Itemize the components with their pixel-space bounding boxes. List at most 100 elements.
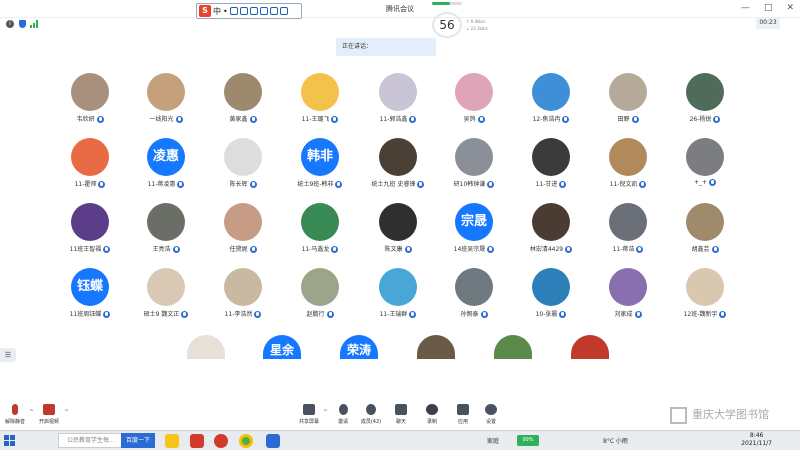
record-button[interactable]: 录制 (417, 404, 447, 425)
participant-tile[interactable]: 10-张晨 (513, 268, 589, 326)
participant-name-label: 11-蒋凌惠 (147, 181, 176, 188)
settings-button[interactable]: 设置 (476, 404, 506, 425)
mic-muted-icon (12, 404, 18, 415)
participant-tile[interactable]: 11-郭浩鑫 (360, 73, 436, 131)
participant-tile[interactable]: 11-李浩然 (205, 268, 281, 326)
participant-tile[interactable]: 吴鸽 (436, 73, 512, 131)
app-icon-game[interactable] (165, 434, 179, 448)
mic-icon[interactable] (229, 7, 238, 15)
chat-button[interactable]: 聊天 (386, 404, 416, 425)
participant-tile[interactable]: 11-倪文凯 (590, 138, 666, 196)
app-icon-record[interactable] (214, 434, 228, 448)
ime-mode[interactable]: 中 (213, 6, 221, 17)
participant-tile[interactable]: 田野 (590, 73, 666, 131)
signal-icon[interactable] (30, 20, 39, 28)
participant-name-label: 11班王智福 (69, 246, 102, 253)
participant-name: 韦欣妍 (52, 114, 128, 123)
clock-time: 8:46 (749, 432, 764, 439)
info-icon[interactable]: i (6, 20, 14, 28)
video-menu-chevron-icon[interactable]: ^ (64, 409, 69, 416)
search-button[interactable]: 百度一下 (121, 433, 155, 448)
participant-tile[interactable]: 11-甘进 (513, 138, 589, 196)
participant-tile[interactable]: 胡鑫芸 (667, 203, 743, 261)
participant-tile[interactable]: 统士九班 史睿锋 (360, 138, 436, 196)
tray-user[interactable]: 家庭 (487, 436, 499, 445)
avatar-partial[interactable] (571, 335, 609, 359)
participant-name: 刘家成 (590, 309, 666, 318)
shield-icon[interactable] (19, 20, 26, 28)
participant-tile[interactable]: 陈长辉 (205, 138, 281, 196)
windows-start-icon[interactable] (4, 435, 16, 447)
headset-icon[interactable] (239, 7, 248, 15)
record-icon (426, 404, 438, 415)
avatar-partial[interactable] (494, 335, 532, 359)
participant-tile[interactable]: 12-焦浩冉 (513, 73, 589, 131)
participant-name-label: 田野 (617, 116, 630, 123)
participant-tile[interactable]: 研10韩钟谦 (436, 138, 512, 196)
app-icon-redapp[interactable] (190, 434, 204, 448)
avatar: 钰蝶 (71, 268, 109, 306)
battery-indicator[interactable]: 99% (517, 435, 539, 446)
scissors-icon[interactable] (269, 7, 278, 15)
participant-name: 26-杨锐 (667, 114, 743, 123)
participant-tile[interactable]: 任黛妮 (205, 203, 281, 261)
participant-name: 孙慨泰 (436, 309, 512, 318)
participant-tile[interactable]: 钰蝶 11班周钰蝶 (52, 268, 128, 326)
taskbar: 公民教育学生每... 百度一下 家庭 99% 8°C 小雨 8:46 2021/… (0, 430, 800, 450)
participant-tile[interactable]: 11-王璐飞 (282, 73, 358, 131)
participant-tile[interactable]: 孙慨泰 (436, 268, 512, 326)
shirt-icon[interactable] (259, 7, 268, 15)
invite-button[interactable]: 邀请 (328, 404, 358, 425)
participant-tile[interactable]: 11-蒋浩 (590, 203, 666, 261)
participant-tile[interactable]: 赵鹏行 (282, 268, 358, 326)
mute-button[interactable]: 解除静音 (0, 404, 30, 425)
mic-icon (254, 311, 262, 318)
avatar-partial[interactable] (187, 335, 225, 359)
participant-tile[interactable]: +_+ (667, 138, 743, 196)
participant-tile[interactable]: 陈文康 (360, 203, 436, 261)
apps-button[interactable]: 应用 (448, 404, 478, 425)
participant-tile[interactable]: 韩非 统士9班-韩非 (282, 138, 358, 196)
participant-tile[interactable]: 硕士9 魏文正 (128, 268, 204, 326)
minimize-button[interactable]: — (741, 3, 750, 13)
keyboard-icon[interactable] (249, 7, 258, 15)
grid-icon[interactable] (279, 7, 288, 15)
mic-icon (331, 246, 339, 253)
participant-tile[interactable]: 林宏清4429 (513, 203, 589, 261)
ime-toolbar[interactable]: S 中 • (196, 3, 302, 19)
participant-tile[interactable]: 宗晟 14班吴宗晟 (436, 203, 512, 261)
tencent-meeting-icon[interactable] (266, 434, 280, 448)
mic-icon (103, 246, 111, 253)
close-button[interactable]: ✕ (786, 3, 794, 13)
clock[interactable]: 8:46 2021/11/7 (741, 432, 772, 448)
participant-tile[interactable]: 11班王智福 (52, 203, 128, 261)
maximize-button[interactable]: □ (764, 3, 773, 13)
sidebar-toggle-icon[interactable]: ☰ (0, 348, 16, 362)
participant-tile[interactable]: 黄家鑫 (205, 73, 281, 131)
share-screen-button[interactable]: 共享屏幕 (294, 404, 324, 425)
participant-tile[interactable]: 11-马鑫龙 (282, 203, 358, 261)
avatar-partial[interactable]: 星余 (263, 335, 301, 359)
participant-tile[interactable]: 26-杨锐 (667, 73, 743, 131)
members-button[interactable]: 成员(42) (356, 404, 386, 425)
participant-name: +_+ (667, 179, 743, 186)
participant-tile[interactable]: 11-霍帅 (52, 138, 128, 196)
participant-tile[interactable]: 王亮浩 (128, 203, 204, 261)
avatar-partial[interactable] (417, 335, 455, 359)
weather[interactable]: 8°C 小雨 (603, 436, 628, 445)
chrome-icon[interactable] (239, 434, 253, 448)
avatar-partial[interactable]: 荣涛 (340, 335, 378, 359)
avatar (147, 203, 185, 241)
mic-icon (103, 311, 111, 318)
participant-tile[interactable]: 12班-魏新宇 (667, 268, 743, 326)
participant-tile[interactable]: 一线阳光 (128, 73, 204, 131)
avatar (455, 73, 493, 111)
participant-tile[interactable]: 韦欣妍 (52, 73, 128, 131)
share-screen-icon (303, 404, 315, 415)
ime-punct[interactable]: • (223, 7, 228, 16)
participant-tile[interactable]: 11-王瑞群 (360, 268, 436, 326)
participant-tile[interactable]: 凌惠 11-蒋凌惠 (128, 138, 204, 196)
participant-tile[interactable]: 刘家成 (590, 268, 666, 326)
window-controls: — □ ✕ (741, 3, 794, 13)
video-button[interactable]: 开启视频 (34, 404, 64, 425)
